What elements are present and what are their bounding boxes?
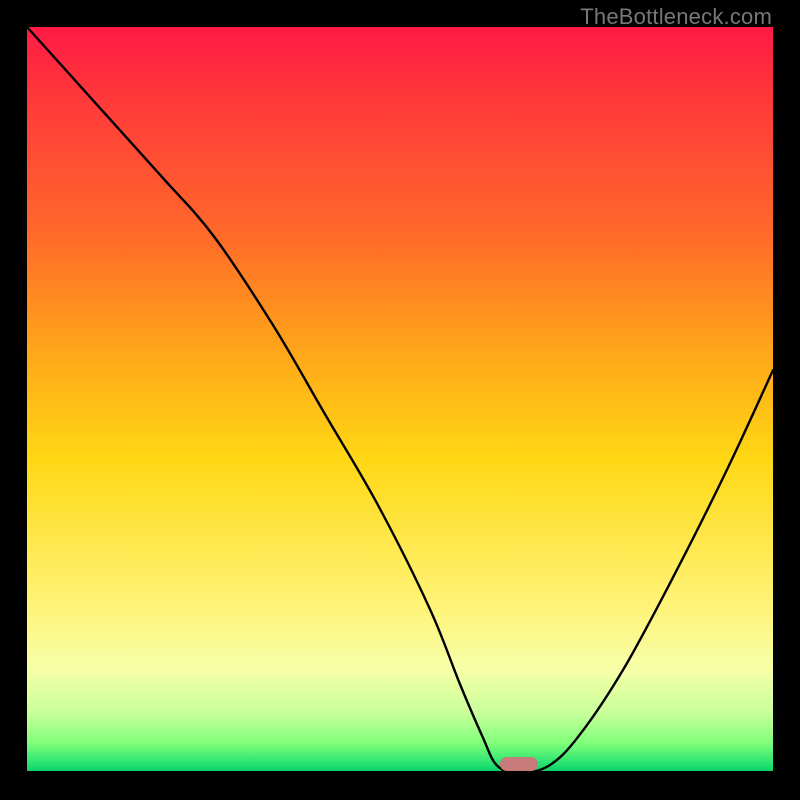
chart-frame: TheBottleneck.com xyxy=(0,0,800,800)
bottleneck-curve xyxy=(27,27,773,773)
plot-area xyxy=(27,27,773,773)
optimum-marker xyxy=(500,757,538,771)
x-axis-baseline xyxy=(27,771,773,773)
